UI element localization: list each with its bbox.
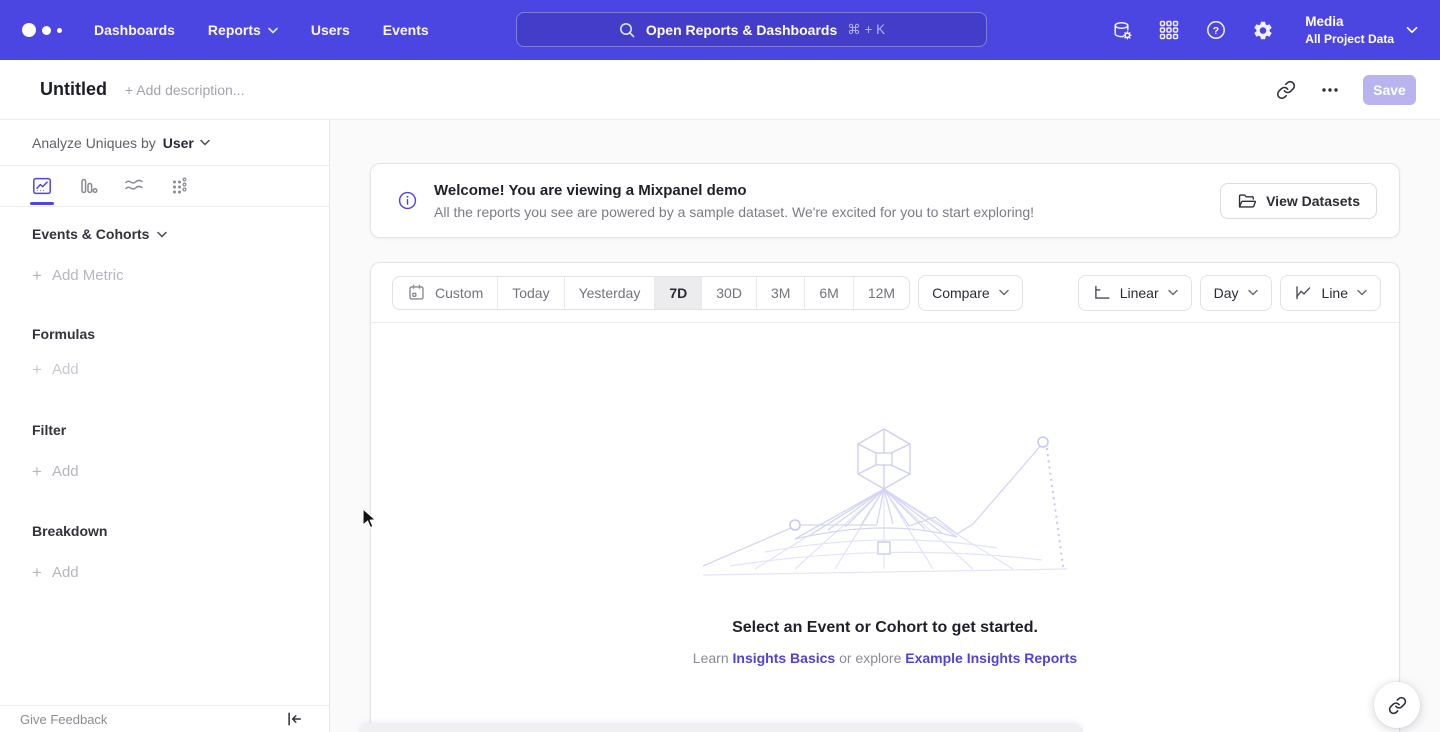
visualization-tabs xyxy=(0,166,329,207)
chevron-down-icon xyxy=(1248,289,1258,296)
scale-selector[interactable]: Linear xyxy=(1078,275,1192,311)
add-metric-button[interactable]: + Add Metric xyxy=(32,267,297,284)
interval-selector[interactable]: Day xyxy=(1200,275,1272,311)
help-icon[interactable]: ? xyxy=(1205,19,1227,41)
insights-basics-link[interactable]: Insights Basics xyxy=(733,650,836,666)
analyze-uniques-selector[interactable]: User xyxy=(163,135,210,151)
chevron-down-icon xyxy=(999,289,1009,296)
search-icon xyxy=(618,21,636,39)
share-link-fab[interactable] xyxy=(1374,682,1420,728)
range-custom[interactable]: Custom xyxy=(393,277,497,309)
report-description-placeholder[interactable]: + Add description... xyxy=(125,82,244,98)
topnav-right-group: ? Media All Project Data xyxy=(1111,0,1440,60)
insights-line-icon xyxy=(31,175,53,197)
report-header: Untitled + Add description... Save xyxy=(0,60,1440,120)
plus-icon: + xyxy=(32,463,42,480)
formulas-header: Formulas xyxy=(32,326,297,342)
calendar-icon xyxy=(407,283,426,302)
banner-subtitle: All the reports you see are powered by a… xyxy=(434,204,1034,220)
tab-bar-chart[interactable] xyxy=(77,175,99,197)
empty-state: Select an Event or Cohort to get started… xyxy=(371,323,1399,666)
line-chart-icon xyxy=(1294,283,1313,302)
tab-insights-line[interactable] xyxy=(31,175,53,197)
apps-grid-icon[interactable] xyxy=(1158,19,1180,41)
main-content: Welcome! You are viewing a Mixpanel demo… xyxy=(330,120,1440,732)
nav-reports[interactable]: Reports xyxy=(208,22,278,38)
info-icon xyxy=(397,190,418,211)
plus-icon: + xyxy=(32,564,42,581)
range-3m[interactable]: 3M xyxy=(756,277,804,309)
global-search[interactable]: Open Reports & Dashboards ⌘ + K xyxy=(516,12,987,47)
chevron-down-icon xyxy=(157,231,167,238)
bar-chart-icon xyxy=(77,175,99,197)
active-tab-indicator xyxy=(30,202,54,205)
project-scope: All Project Data xyxy=(1305,31,1394,47)
range-30d[interactable]: 30D xyxy=(701,277,756,309)
add-breakdown-button[interactable]: + Add xyxy=(32,564,297,581)
linear-axis-icon xyxy=(1092,283,1111,302)
chart-toolbar: Custom Today Yesterday 7D 30D 3M 6M 12M … xyxy=(371,263,1399,323)
nav-users[interactable]: Users xyxy=(311,22,350,38)
range-7d-selected[interactable]: 7D xyxy=(654,277,701,309)
svg-text:?: ? xyxy=(1213,25,1219,37)
give-feedback-link[interactable]: Give Feedback xyxy=(20,712,107,727)
empty-state-illustration xyxy=(695,426,1075,578)
nav-dashboards[interactable]: Dashboards xyxy=(94,22,175,38)
chevron-down-icon xyxy=(268,27,278,34)
chart-type-selector[interactable]: Line xyxy=(1280,275,1381,311)
add-filter-button[interactable]: + Add xyxy=(32,463,297,480)
filter-header: Filter xyxy=(32,422,297,438)
save-button[interactable]: Save xyxy=(1363,75,1416,105)
top-navigation: Dashboards Reports Users Events Open Rep… xyxy=(0,0,1440,60)
copy-link-icon[interactable] xyxy=(1275,79,1297,101)
insights-report-card: Custom Today Yesterday 7D 30D 3M 6M 12M … xyxy=(370,262,1400,732)
example-insights-reports-link[interactable]: Example Insights Reports xyxy=(905,650,1077,666)
link-icon xyxy=(1388,696,1407,715)
chevron-down-icon xyxy=(1406,26,1418,34)
project-name: Media xyxy=(1305,13,1394,31)
range-yesterday[interactable]: Yesterday xyxy=(564,277,655,309)
analyze-label: Analyze Uniques by xyxy=(32,135,156,151)
compare-button[interactable]: Compare xyxy=(918,275,1023,311)
empty-state-title: Select an Event or Cohort to get started… xyxy=(371,619,1399,637)
report-title[interactable]: Untitled xyxy=(40,79,107,100)
query-builder-sidebar: Analyze Uniques by User xyxy=(0,120,330,732)
analyze-row: Analyze Uniques by User xyxy=(0,120,329,166)
retention-grid-icon xyxy=(169,175,191,197)
plus-icon: + xyxy=(32,267,42,284)
range-today[interactable]: Today xyxy=(497,277,563,309)
banner-title: Welcome! You are viewing a Mixpanel demo xyxy=(434,182,1034,199)
more-options-icon[interactable] xyxy=(1319,79,1341,101)
chart-display-controls: Linear Day Line xyxy=(1078,275,1381,311)
primary-nav: Dashboards Reports Users Events xyxy=(94,22,429,38)
add-formula-button[interactable]: + Add xyxy=(32,361,297,378)
range-12m[interactable]: 12M xyxy=(853,277,909,309)
mixpanel-logo[interactable] xyxy=(22,23,62,37)
bottom-drawer-edge[interactable] xyxy=(358,723,1084,732)
project-switcher[interactable]: Media All Project Data xyxy=(1305,13,1418,47)
chevron-down-icon xyxy=(1168,289,1178,296)
data-icon[interactable] xyxy=(1111,19,1133,41)
chevron-down-icon xyxy=(200,139,210,146)
sidebar-footer: Give Feedback xyxy=(0,705,329,732)
settings-gear-icon[interactable] xyxy=(1252,19,1274,41)
demo-welcome-banner: Welcome! You are viewing a Mixpanel demo… xyxy=(370,163,1400,238)
folder-icon xyxy=(1237,192,1257,210)
nav-events[interactable]: Events xyxy=(383,22,429,38)
breakdown-header: Breakdown xyxy=(32,523,297,539)
date-range-control: Custom Today Yesterday 7D 30D 3M 6M 12M xyxy=(392,276,910,310)
plus-icon: + xyxy=(32,361,42,378)
events-cohorts-header[interactable]: Events & Cohorts xyxy=(32,226,297,242)
range-6m[interactable]: 6M xyxy=(804,277,852,309)
tab-flow[interactable] xyxy=(123,175,145,197)
flow-icon xyxy=(123,175,145,197)
search-shortcut: ⌘ + K xyxy=(847,22,885,38)
view-datasets-button[interactable]: View Datasets xyxy=(1220,183,1377,219)
search-label: Open Reports & Dashboards xyxy=(646,22,837,38)
empty-state-hint: Learn Insights Basics or explore Example… xyxy=(371,650,1399,666)
collapse-sidebar-icon[interactable] xyxy=(285,711,303,727)
tab-retention-grid[interactable] xyxy=(169,175,191,197)
chevron-down-icon xyxy=(1357,289,1367,296)
